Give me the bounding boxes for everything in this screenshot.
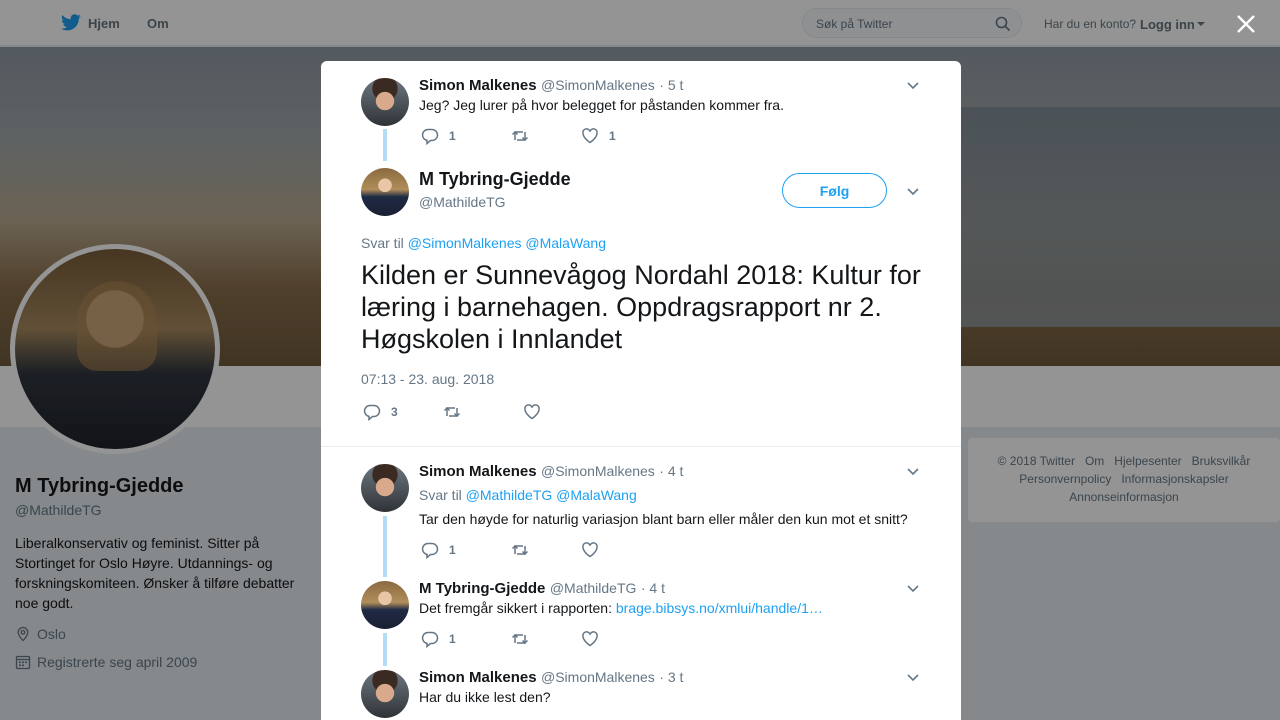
chevron-down-icon[interactable] xyxy=(906,78,920,92)
heart-icon xyxy=(582,542,598,558)
reply-mentions[interactable]: @SimonMalkenes @MalaWang xyxy=(408,235,606,251)
avatar[interactable] xyxy=(361,464,409,512)
reply-button[interactable]: 3 xyxy=(363,403,443,421)
main-tweet-reply-context: Svar til @SimonMalkenes @MalaWang xyxy=(361,235,606,251)
thread-line xyxy=(383,633,387,666)
main-tweet-author-name[interactable]: M Tybring-Gjedde xyxy=(419,169,571,190)
retweet-button[interactable] xyxy=(443,403,523,421)
reply-prefix: Svar til xyxy=(361,235,404,251)
retweet-icon xyxy=(511,544,529,556)
follow-button[interactable]: Følg xyxy=(782,173,887,208)
tweet-header: Simon Malkenes @SimonMalkenes · 4 t xyxy=(419,463,683,481)
reply-button[interactable]: 1 xyxy=(421,541,511,559)
retweet-icon xyxy=(443,406,461,418)
divider xyxy=(321,446,961,447)
heart-icon xyxy=(582,631,598,647)
tweet-header: Simon Malkenes @SimonMalkenes · 5 t xyxy=(419,77,683,95)
tweet-text-prefix: Det fremgår sikkert i rapporten: xyxy=(419,600,612,616)
tweet-actions: 1 xyxy=(421,630,599,648)
reply-mentions[interactable]: @MathildeTG @MalaWang xyxy=(466,487,637,503)
tweet-author-name[interactable]: M Tybring-Gjedde xyxy=(419,580,545,597)
avatar[interactable] xyxy=(361,581,409,629)
tweet-actions: 1 1 xyxy=(421,127,616,145)
tweet-text: Jeg? Jeg lurer på hvor belegget for påst… xyxy=(419,97,784,113)
tweet-author-handle[interactable]: @SimonMalkenes xyxy=(541,463,655,479)
avatar[interactable] xyxy=(361,78,409,126)
reply-button[interactable]: 1 xyxy=(421,630,511,648)
tweet-time[interactable]: · 4 t xyxy=(659,463,683,479)
tweet-link[interactable]: brage.bibsys.no/xmlui/handle/1… xyxy=(616,600,823,616)
tweet-header: Simon Malkenes @SimonMalkenes · 3 t xyxy=(419,669,683,687)
tweet-author-handle[interactable]: @SimonMalkenes xyxy=(541,77,655,93)
tweet-text: Har du ikke lest den? xyxy=(419,689,551,705)
tweet-header: M Tybring-Gjedde @MathildeTG · 4 t xyxy=(419,580,665,598)
reply-icon xyxy=(363,404,381,421)
tweet-text: Tar den høyde for naturlig variasjon bla… xyxy=(419,511,908,527)
tweet-author-name[interactable]: Simon Malkenes xyxy=(419,669,537,686)
reply-count: 1 xyxy=(449,632,456,646)
reply-icon xyxy=(421,542,439,559)
reply-count: 1 xyxy=(449,129,456,143)
reply-button[interactable]: 1 xyxy=(421,127,511,145)
like-button[interactable] xyxy=(523,403,541,421)
tweet-author-handle[interactable]: @SimonMalkenes xyxy=(541,669,655,685)
tweet-author-name[interactable]: Simon Malkenes xyxy=(419,77,537,94)
retweet-button[interactable] xyxy=(511,541,581,559)
thread-line xyxy=(383,516,387,577)
retweet-icon xyxy=(511,633,529,645)
retweet-button[interactable] xyxy=(511,127,581,145)
reply-icon xyxy=(421,128,439,145)
reply-icon xyxy=(421,631,439,648)
tweet-time[interactable]: · 5 t xyxy=(659,77,683,93)
chevron-down-icon[interactable] xyxy=(906,670,920,684)
chevron-down-icon[interactable] xyxy=(906,184,920,198)
heart-icon xyxy=(582,128,598,144)
like-button[interactable] xyxy=(581,541,599,559)
tweet-author-handle[interactable]: @MathildeTG xyxy=(550,580,637,596)
retweet-icon xyxy=(511,130,529,142)
chevron-down-icon[interactable] xyxy=(906,581,920,595)
main-tweet-timestamp[interactable]: 07:13 - 23. aug. 2018 xyxy=(361,371,494,387)
tweet-author-name[interactable]: Simon Malkenes xyxy=(419,463,537,480)
reply-prefix: Svar til xyxy=(419,487,462,503)
avatar[interactable] xyxy=(361,168,409,216)
tweet-time[interactable]: · 4 t xyxy=(641,580,665,596)
like-count: 1 xyxy=(609,129,616,143)
main-tweet-actions: 3 xyxy=(363,403,541,421)
main-tweet-text: Kilden er Sunnevågog Nordahl 2018: Kultu… xyxy=(361,260,921,354)
like-button[interactable] xyxy=(581,630,599,648)
heart-icon xyxy=(524,404,540,420)
main-tweet-author-handle[interactable]: @MathildeTG xyxy=(419,194,506,210)
like-button[interactable]: 1 xyxy=(581,127,616,145)
tweet-detail-modal: Simon Malkenes @SimonMalkenes · 5 t Jeg?… xyxy=(321,61,961,720)
tweet-actions: 1 xyxy=(421,541,599,559)
chevron-down-icon[interactable] xyxy=(906,464,920,478)
retweet-button[interactable] xyxy=(511,630,581,648)
tweet-text: Det fremgår sikkert i rapporten: brage.b… xyxy=(419,600,823,616)
close-icon[interactable] xyxy=(1234,12,1258,36)
reply-count: 1 xyxy=(449,543,456,557)
avatar[interactable] xyxy=(361,670,409,718)
reply-count: 3 xyxy=(391,405,398,419)
thread-line xyxy=(383,129,387,161)
tweet-reply-context: Svar til @MathildeTG @MalaWang xyxy=(419,487,637,503)
tweet-time[interactable]: · 3 t xyxy=(659,669,683,685)
